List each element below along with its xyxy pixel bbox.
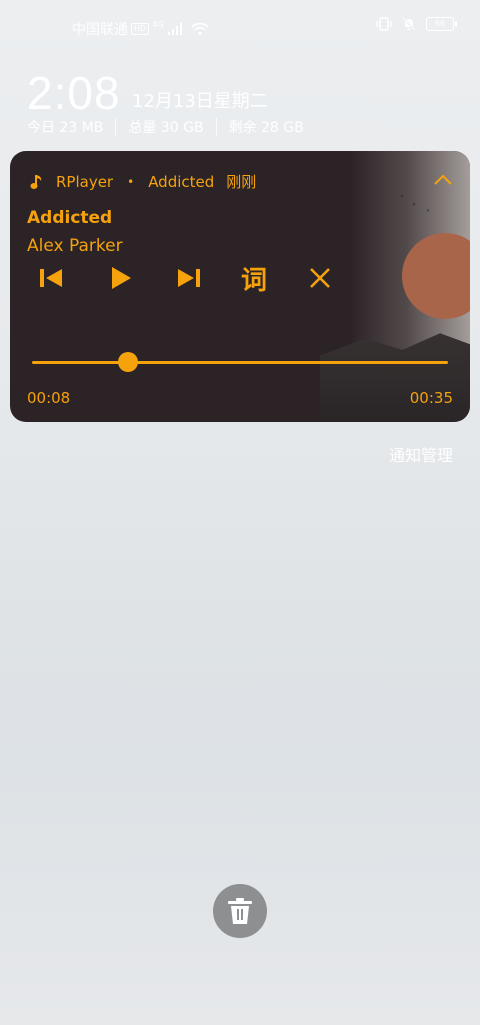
- network-type: 4G: [152, 19, 164, 29]
- skip-previous-icon: [40, 269, 62, 287]
- carrier-info: 中国联通 HD 4G: [72, 19, 210, 39]
- lyrics-button[interactable]: 词: [238, 263, 270, 296]
- play-button[interactable]: [106, 263, 136, 293]
- usage-total: 总量 30 GB: [128, 120, 204, 136]
- next-button[interactable]: [174, 263, 204, 293]
- usage-remaining: 剩余 28 GB: [228, 120, 304, 136]
- wifi-icon: [191, 22, 210, 36]
- media-notification[interactable]: ᵛ ᵛ ᵛ RPlayer • Addicted 刚刚 Addicted Ale…: [10, 151, 470, 422]
- app-name: RPlayer: [56, 172, 114, 191]
- artist-name: Alex Parker: [27, 236, 123, 256]
- battery-icon: 66: [426, 17, 457, 31]
- vibrate-icon: [376, 17, 392, 31]
- song-title: Addicted: [27, 208, 113, 228]
- total-time: 00:35: [409, 389, 453, 407]
- bird-mark: ᵛ: [426, 207, 430, 216]
- mute-bell-icon: [402, 17, 416, 31]
- skip-next-icon: [178, 269, 200, 287]
- notification-header: RPlayer • Addicted 刚刚: [30, 171, 256, 192]
- signal-icon: [168, 23, 183, 35]
- progress-track[interactable]: [32, 361, 448, 364]
- header-separator: •: [127, 174, 135, 189]
- status-bar: 中国联通 HD 4G 66: [0, 0, 480, 56]
- notification-manage-link[interactable]: 通知管理: [389, 442, 453, 466]
- divider: [215, 118, 217, 136]
- close-button[interactable]: [305, 263, 335, 293]
- current-time: 00:08: [27, 389, 71, 407]
- clock-time: 2:08: [27, 67, 121, 119]
- header-time: 刚刚: [226, 173, 257, 191]
- music-note-icon: [30, 174, 42, 189]
- close-icon: [310, 268, 330, 288]
- usage-today: 今日 23 MB: [27, 120, 104, 136]
- previous-button[interactable]: [36, 263, 66, 293]
- hd-badge: HD: [131, 23, 150, 35]
- carrier-name: 中国联通: [72, 22, 128, 38]
- divider: [115, 118, 117, 136]
- progress-thumb[interactable]: [117, 352, 138, 372]
- bird-mark: ᵛ: [412, 201, 416, 210]
- trash-icon: [228, 898, 252, 924]
- play-icon: [112, 267, 131, 289]
- chevron-up-icon[interactable]: [432, 171, 454, 189]
- system-icons: 66: [376, 17, 457, 31]
- bird-mark: ᵛ: [400, 193, 404, 202]
- clear-notifications-button[interactable]: [213, 884, 267, 938]
- header-title: Addicted: [148, 172, 215, 191]
- album-art-sun: [402, 233, 470, 319]
- data-usage: 今日 23 MB 总量 30 GB 剩余 28 GB: [27, 117, 304, 137]
- clock-date: 12月13日星期二: [132, 91, 268, 112]
